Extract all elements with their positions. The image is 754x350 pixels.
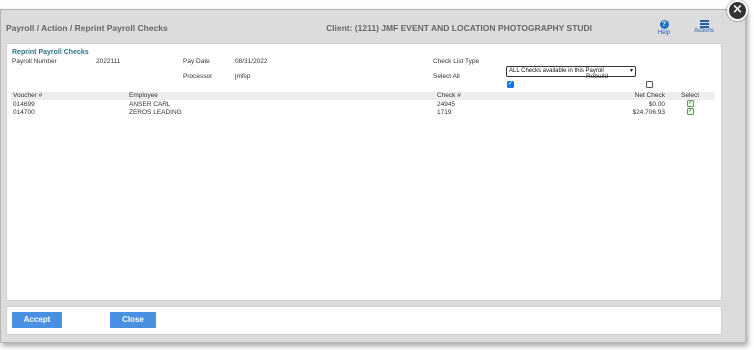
row-net-check: $0.00 bbox=[648, 101, 665, 108]
col-employee: Employee bbox=[129, 92, 158, 99]
payroll-number-value: 2022111 bbox=[96, 58, 121, 65]
row-check: 1719 bbox=[437, 109, 452, 116]
client-title: Client: (1211) JMF EVENT AND LOCATION PH… bbox=[326, 23, 593, 33]
actions-label: Actions bbox=[694, 28, 714, 34]
actions-button[interactable]: Actions bbox=[689, 20, 719, 34]
col-voucher: Voucher # bbox=[13, 92, 43, 99]
section-title: Reprint Payroll Checks bbox=[12, 49, 89, 56]
close-button[interactable]: Close bbox=[110, 312, 156, 328]
row-employee: ANSER CARL bbox=[129, 101, 171, 108]
row-check: 24945 bbox=[437, 101, 456, 108]
hamburger-menu-icon bbox=[699, 20, 709, 28]
select-all-label: Select All bbox=[433, 73, 460, 80]
main-panel: Reprint Payroll Checks Payroll Number 20… bbox=[6, 43, 722, 301]
col-net-check: Net Check bbox=[634, 92, 665, 99]
processor-value: jmfsp bbox=[235, 73, 251, 80]
payroll-number-label: Payroll Number bbox=[12, 58, 57, 65]
row-employee: ZEROS LEADING bbox=[129, 109, 182, 116]
row-select-checkbox[interactable]: ✓ bbox=[687, 108, 694, 115]
chevron-down-icon: ▾ bbox=[629, 68, 633, 74]
col-check: Check # bbox=[437, 92, 461, 99]
help-icon: ? bbox=[659, 20, 669, 29]
row-voucher: 014700 bbox=[13, 109, 35, 116]
footer-bar: Accept Close bbox=[6, 306, 722, 335]
col-select: Select bbox=[681, 92, 700, 99]
check-list-type-label: Check List Type bbox=[433, 58, 480, 65]
pay-date-label: Pay Date bbox=[183, 58, 210, 65]
breadcrumb: Payroll / Action / Reprint Payroll Check… bbox=[6, 23, 168, 33]
row-select-checkbox[interactable]: ✓ bbox=[687, 100, 694, 107]
close-dialog-icon[interactable]: × bbox=[727, 0, 748, 21]
row-voucher: 014699 bbox=[13, 101, 35, 108]
select-all-checkbox[interactable]: ✓ bbox=[507, 81, 514, 88]
row-net-check: $24,706.93 bbox=[632, 109, 665, 116]
check-list-type-select[interactable]: ALL Checks available in this Payroll ▾ bbox=[506, 66, 636, 77]
reprint-checks-dialog: Payroll / Action / Reprint Payroll Check… bbox=[0, 9, 746, 343]
help-button[interactable]: ? Help bbox=[649, 20, 679, 36]
rebuild-label: Rebuild bbox=[586, 73, 609, 80]
rebuild-checkbox[interactable] bbox=[646, 81, 653, 88]
help-label: Help bbox=[657, 30, 671, 36]
processor-label: Processor bbox=[183, 73, 213, 80]
pay-date-value: 08/31/2022 bbox=[235, 58, 268, 65]
accept-button[interactable]: Accept bbox=[12, 312, 62, 328]
